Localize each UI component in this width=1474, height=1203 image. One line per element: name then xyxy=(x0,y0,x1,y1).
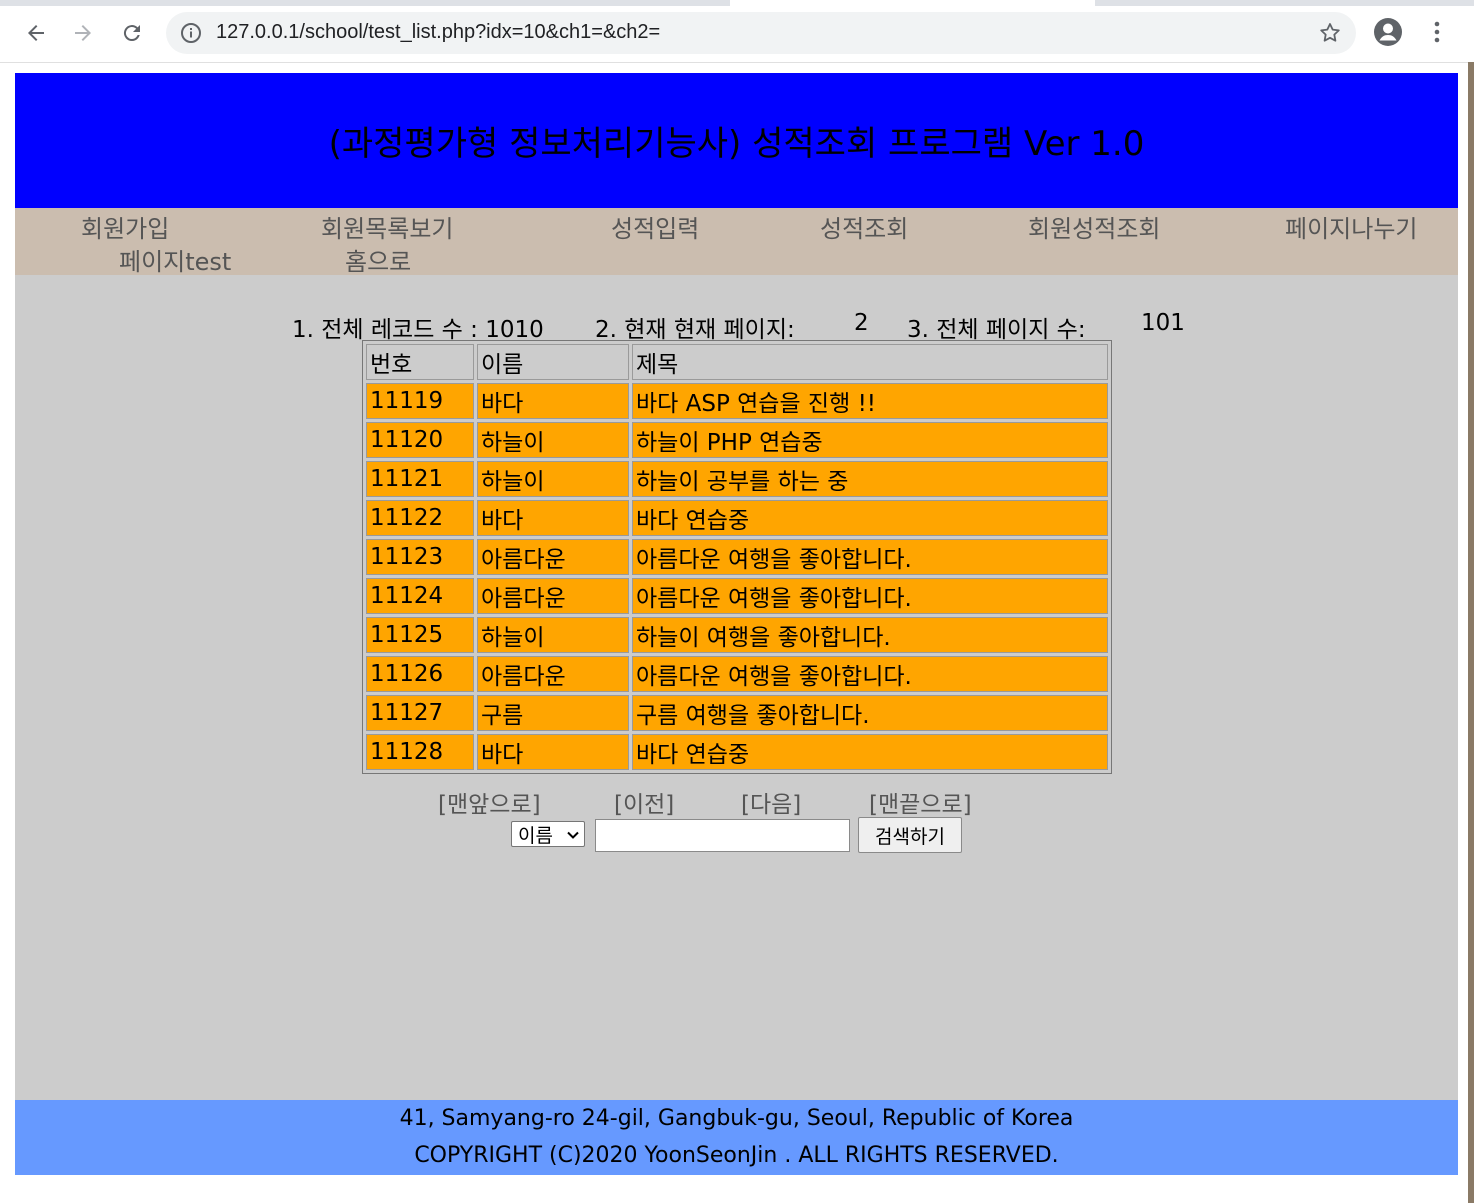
table-row: 11121 하늘이 하늘이 공부를 하는 중 xyxy=(366,461,1108,497)
cell-name: 바다 xyxy=(477,734,629,770)
cell-name: 아름다운 xyxy=(477,539,629,575)
address-bar[interactable]: 127.0.0.1/school/test_list.php?idx=10&ch… xyxy=(166,12,1356,54)
cell-name: 하늘이 xyxy=(477,461,629,497)
cell-title: 아름다운 여행을 좋아합니다. xyxy=(632,656,1108,692)
cell-title: 아름다운 여행을 좋아합니다. xyxy=(632,539,1108,575)
column-header-name: 이름 xyxy=(477,344,629,380)
table-row: 11119 바다 바다 ASP 연습을 진행 !! xyxy=(366,383,1108,419)
table-row: 11128 바다 바다 연습중 xyxy=(366,734,1108,770)
nav-link-score-view[interactable]: 성적조회 xyxy=(820,209,908,244)
chevron-down-icon xyxy=(567,831,579,839)
reload-icon[interactable] xyxy=(115,16,149,50)
nav-link-join[interactable]: 회원가입 xyxy=(81,209,169,244)
table-row: 11124 아름다운 아름다운 여행을 좋아합니다. xyxy=(366,578,1108,614)
browser-toolbar: 127.0.0.1/school/test_list.php?idx=10&ch… xyxy=(0,0,1474,63)
total-pages-label: 3. 전체 페이지 수: xyxy=(907,317,1086,343)
search-button[interactable]: 검색하기 xyxy=(858,817,962,853)
tab-strip xyxy=(0,0,1474,6)
pager-first-link[interactable]: [맨앞으로] xyxy=(438,785,541,819)
cell-number: 11120 xyxy=(366,422,474,458)
total-pages-value: 101 xyxy=(1141,310,1185,336)
table-row: 11122 바다 바다 연습중 xyxy=(366,500,1108,536)
table-row: 11127 구름 구름 여행을 좋아합니다. xyxy=(366,695,1108,731)
back-arrow-icon[interactable] xyxy=(19,16,53,50)
total-records-text: 1. 전체 레코드 수 : 1010 xyxy=(292,317,544,343)
cell-name: 하늘이 xyxy=(477,617,629,653)
search-field-selected: 이름 xyxy=(518,824,553,847)
cell-title: 구름 여행을 좋아합니다. xyxy=(632,695,1108,731)
cell-name: 바다 xyxy=(477,500,629,536)
nav-menu: 회원가입 회원목록보기 성적입력 성적조회 회원성적조회 페이지나누기 페이지t… xyxy=(15,208,1458,277)
cell-number: 11119 xyxy=(366,383,474,419)
pager-next-link[interactable]: [다음] xyxy=(741,785,801,819)
cell-name: 아름다운 xyxy=(477,656,629,692)
page-body: (과정평가형 정보처리기능사) 성적조회 프로그램 Ver 1.0 회원가입 회… xyxy=(15,73,1458,1175)
profile-avatar-icon[interactable] xyxy=(1373,17,1403,47)
footer-address: 41, Samyang-ro 24-gil, Gangbuk-gu, Seoul… xyxy=(399,1106,1074,1131)
cell-title: 바다 연습중 xyxy=(632,500,1108,536)
cell-number: 11122 xyxy=(366,500,474,536)
table-row: 11125 하늘이 하늘이 여행을 좋아합니다. xyxy=(366,617,1108,653)
cell-name: 아름다운 xyxy=(477,578,629,614)
record-table: 번호 이름 제목 11119 바다 바다 ASP 연습을 진행 !! 11120… xyxy=(362,340,1112,774)
current-page-label: 2. 현재 현재 페이지: xyxy=(595,317,795,343)
cell-name: 구름 xyxy=(477,695,629,731)
kebab-menu-icon[interactable] xyxy=(1425,17,1449,47)
footer-copyright: COPYRIGHT (C)2020 YoonSeonJin . ALL RIGH… xyxy=(414,1143,1059,1168)
pager-last-link[interactable]: [맨끝으로] xyxy=(869,785,972,819)
cell-title: 아름다운 여행을 좋아합니다. xyxy=(632,578,1108,614)
cell-number: 11128 xyxy=(366,734,474,770)
table-row: 11126 아름다운 아름다운 여행을 좋아합니다. xyxy=(366,656,1108,692)
cell-number: 11123 xyxy=(366,539,474,575)
cell-number: 11121 xyxy=(366,461,474,497)
url-text[interactable]: 127.0.0.1/school/test_list.php?idx=10&ch… xyxy=(216,21,660,44)
cell-number: 11126 xyxy=(366,656,474,692)
cell-number: 11127 xyxy=(366,695,474,731)
column-header-number: 번호 xyxy=(366,344,474,380)
cell-number: 11125 xyxy=(366,617,474,653)
site-footer: 41, Samyang-ro 24-gil, Gangbuk-gu, Seoul… xyxy=(15,1100,1458,1175)
pager-prev-link[interactable]: [이전] xyxy=(614,785,674,819)
active-tab[interactable] xyxy=(730,0,1095,6)
table-header-row: 번호 이름 제목 xyxy=(366,344,1108,380)
nav-link-pagination[interactable]: 페이지나누기 xyxy=(1285,209,1417,244)
cell-number: 11124 xyxy=(366,578,474,614)
cell-title: 하늘이 PHP 연습중 xyxy=(632,422,1108,458)
cell-title: 바다 연습중 xyxy=(632,734,1108,770)
page-title: (과정평가형 정보처리기능사) 성적조회 프로그램 Ver 1.0 xyxy=(328,124,1145,164)
table-row: 11120 하늘이 하늘이 PHP 연습중 xyxy=(366,422,1108,458)
search-field-select[interactable]: 이름 xyxy=(511,821,585,847)
forward-arrow-icon[interactable] xyxy=(66,16,100,50)
cell-name: 하늘이 xyxy=(477,422,629,458)
nav-link-member-score-view[interactable]: 회원성적조회 xyxy=(1028,209,1160,244)
cell-title: 바다 ASP 연습을 진행 !! xyxy=(632,383,1108,419)
cell-title: 하늘이 공부를 하는 중 xyxy=(632,461,1108,497)
nav-link-score-input[interactable]: 성적입력 xyxy=(611,209,699,244)
cell-title: 하늘이 여행을 좋아합니다. xyxy=(632,617,1108,653)
cell-name: 바다 xyxy=(477,383,629,419)
info-icon[interactable] xyxy=(180,22,202,44)
nav-link-page-test[interactable]: 페이지test xyxy=(119,242,231,277)
nav-link-home[interactable]: 홈으로 xyxy=(345,242,411,277)
bookmark-star-icon[interactable] xyxy=(1318,21,1342,45)
search-input[interactable] xyxy=(595,819,850,852)
site-header: (과정평가형 정보처리기능사) 성적조회 프로그램 Ver 1.0 xyxy=(15,73,1458,208)
column-header-title: 제목 xyxy=(632,344,1108,380)
current-page-value: 2 xyxy=(854,310,869,336)
nav-link-member-list[interactable]: 회원목록보기 xyxy=(321,209,453,244)
table-row: 11123 아름다운 아름다운 여행을 좋아합니다. xyxy=(366,539,1108,575)
background-window-edge xyxy=(1468,62,1474,1203)
